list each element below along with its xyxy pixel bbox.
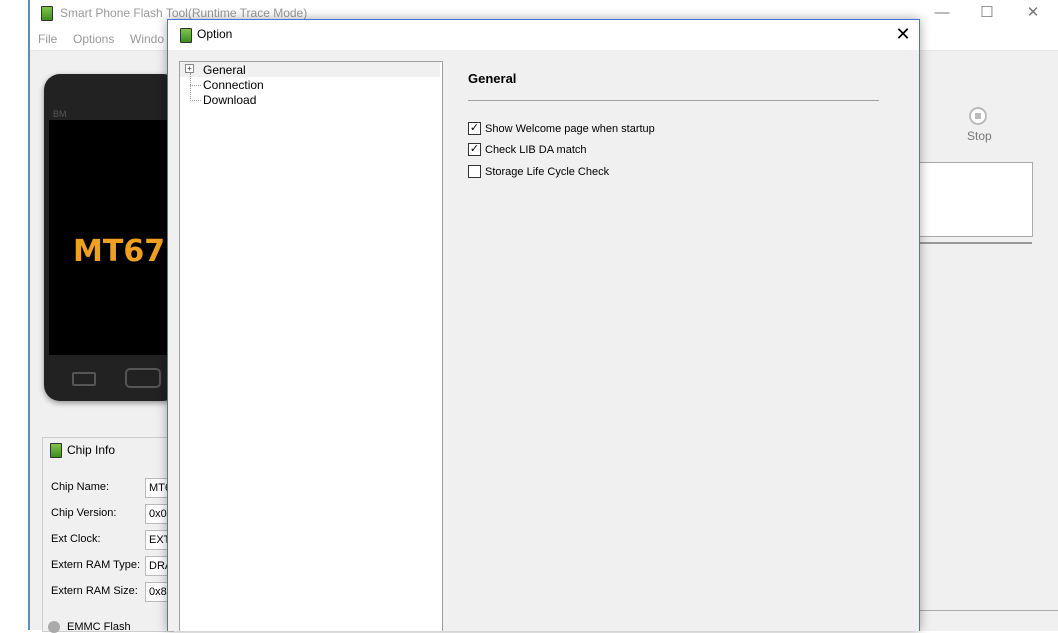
stop-button-label[interactable]: Stop — [967, 129, 992, 143]
dialog-close-icon[interactable]: ✕ — [888, 20, 918, 48]
log-area — [919, 162, 1033, 237]
dialog-app-icon — [180, 28, 192, 43]
emmc-flash-label: EMMC Flash — [67, 621, 131, 633]
menu-file[interactable]: File — [38, 32, 57, 46]
lib-da-checkbox[interactable]: ✓ — [468, 143, 481, 156]
option-tree — [179, 61, 443, 631]
tree-expand-icon[interactable]: + — [185, 64, 194, 73]
emmc-icon — [48, 621, 60, 633]
storage-life-label: Storage Life Cycle Check — [485, 166, 610, 178]
ext-clock-label: Ext Clock: — [51, 533, 101, 545]
app-icon — [41, 6, 53, 21]
menu-window[interactable]: Windo — [130, 32, 164, 46]
tree-item-connection[interactable]: Connection — [203, 78, 264, 92]
minimize-button[interactable]: — — [920, 2, 964, 24]
menu-options[interactable]: Options — [73, 32, 114, 46]
ram-size-label: Extern RAM Size: — [51, 585, 138, 597]
desktop-strip — [0, 0, 29, 630]
phone-menu-key-icon — [72, 372, 96, 386]
phone-brand-label: BM — [53, 109, 67, 119]
status-bar — [919, 610, 1058, 631]
maximize-button[interactable]: ☐ — [965, 2, 1009, 24]
main-window-title: Smart Phone Flash Tool(Runtime Trace Mod… — [60, 6, 308, 20]
tree-branch — [190, 100, 201, 101]
progress-separator — [919, 242, 1032, 244]
tree-branch — [190, 85, 201, 86]
section-separator — [468, 100, 879, 101]
phone-chip-text: MT67 — [73, 234, 166, 269]
section-heading: General — [468, 71, 517, 86]
chip-info-title: Chip Info — [67, 443, 116, 457]
chip-version-label: Chip Version: — [51, 507, 117, 519]
lib-da-label: Check LIB DA match — [485, 144, 587, 156]
phone-home-key-icon — [125, 368, 161, 388]
dialog-title: Option — [197, 27, 233, 41]
welcome-page-checkbox[interactable]: ✓ — [468, 122, 481, 135]
tree-item-general[interactable]: General — [203, 63, 246, 77]
dialog-title-bar — [168, 20, 919, 50]
close-button[interactable]: ✕ — [1011, 2, 1055, 24]
tree-line — [190, 73, 191, 101]
stop-icon[interactable] — [969, 107, 987, 125]
ram-type-label: Extern RAM Type: — [51, 559, 141, 571]
storage-life-checkbox[interactable] — [468, 165, 481, 178]
chip-name-label: Chip Name: — [51, 481, 110, 493]
chip-info-icon — [50, 443, 62, 458]
welcome-page-label: Show Welcome page when startup — [485, 123, 655, 135]
tree-item-download[interactable]: Download — [203, 93, 256, 107]
